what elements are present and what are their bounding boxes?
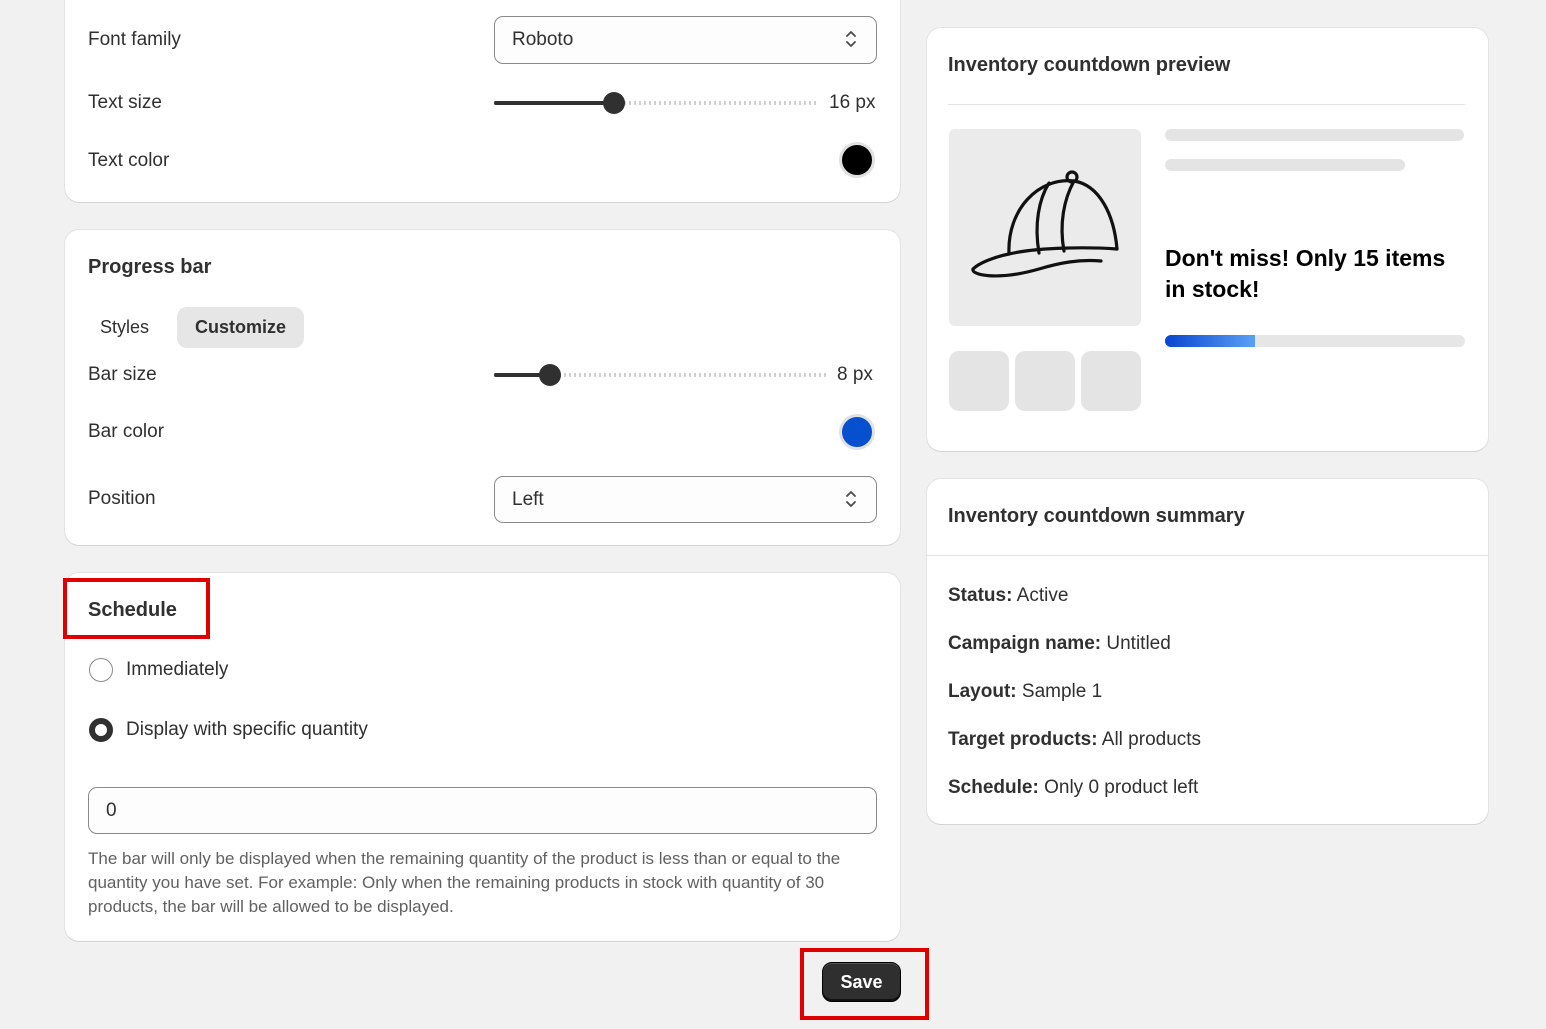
schedule-help-text: The bar will only be displayed when the … [88,849,841,916]
summary-layout: Layout: Sample 1 [948,681,1103,702]
bar-size-label: Bar size [88,364,157,385]
text-color-swatch[interactable] [839,142,875,178]
stock-progress-track [1165,335,1465,347]
product-image [949,129,1141,326]
chevron-up-down-icon [846,491,856,507]
summary-card: Inventory countdown summary Status: Acti… [927,479,1488,824]
radio-immediately[interactable] [89,658,113,682]
chevron-up-down-icon [846,31,856,47]
slider-thumb[interactable] [602,92,625,114]
tab-styles[interactable]: Styles [82,307,167,348]
summary-title: Inventory countdown summary [948,505,1245,527]
cap-icon [971,170,1119,278]
preview-title: Inventory countdown preview [948,54,1231,76]
subtitle-placeholder [1165,159,1405,171]
position-value: Left [512,489,544,510]
summary-schedule: Schedule: Only 0 product left [948,777,1199,798]
typography-card: Font family Roboto Text size 16 px Text … [65,0,900,202]
bar-color-label: Bar color [88,421,165,442]
radio-specific-quantity-label[interactable]: Display with specific quantity [126,719,368,741]
progress-bar-title: Progress bar [88,256,212,278]
stock-progress-fill [1165,335,1255,347]
text-size-label: Text size [88,92,162,113]
radio-immediately-label[interactable]: Immediately [126,659,228,681]
thumbnail-1 [949,351,1009,411]
preview-card: Inventory countdown preview Don't miss! … [927,28,1488,451]
slider-fill [494,101,614,105]
font-family-select[interactable]: Roboto [494,16,877,64]
save-button[interactable]: Save [822,962,901,1002]
text-size-slider[interactable] [494,91,817,115]
stock-message: Don't miss! Only 15 items in stock! [1165,245,1446,302]
thumbnail-2 [1015,351,1075,411]
position-label: Position [88,488,156,509]
schedule-highlight [63,578,210,639]
font-family-label: Font family [88,29,181,50]
thumbnail-3 [1081,351,1141,411]
summary-divider [927,555,1488,556]
position-select[interactable]: Left [494,476,877,523]
radio-specific-quantity[interactable] [89,718,113,742]
summary-campaign-name: Campaign name: Untitled [948,633,1171,654]
slider-thumb[interactable] [539,364,562,386]
bar-color-swatch[interactable] [839,414,875,450]
text-color-label: Text color [88,150,170,171]
bar-size-value: 8 px [837,364,873,385]
text-size-value: 16 px [829,92,876,113]
summary-target-products: Target products: All products [948,729,1202,750]
progress-bar-card: Progress bar Styles Customize Bar size 8… [65,230,900,545]
font-family-value: Roboto [512,29,574,50]
summary-status: Status: Active [948,585,1069,606]
quantity-input[interactable]: 0 [88,787,877,834]
bar-size-slider[interactable] [494,363,826,387]
title-placeholder [1165,129,1464,141]
tab-customize[interactable]: Customize [177,307,305,348]
quantity-value: 0 [106,800,117,821]
preview-divider [948,104,1465,105]
